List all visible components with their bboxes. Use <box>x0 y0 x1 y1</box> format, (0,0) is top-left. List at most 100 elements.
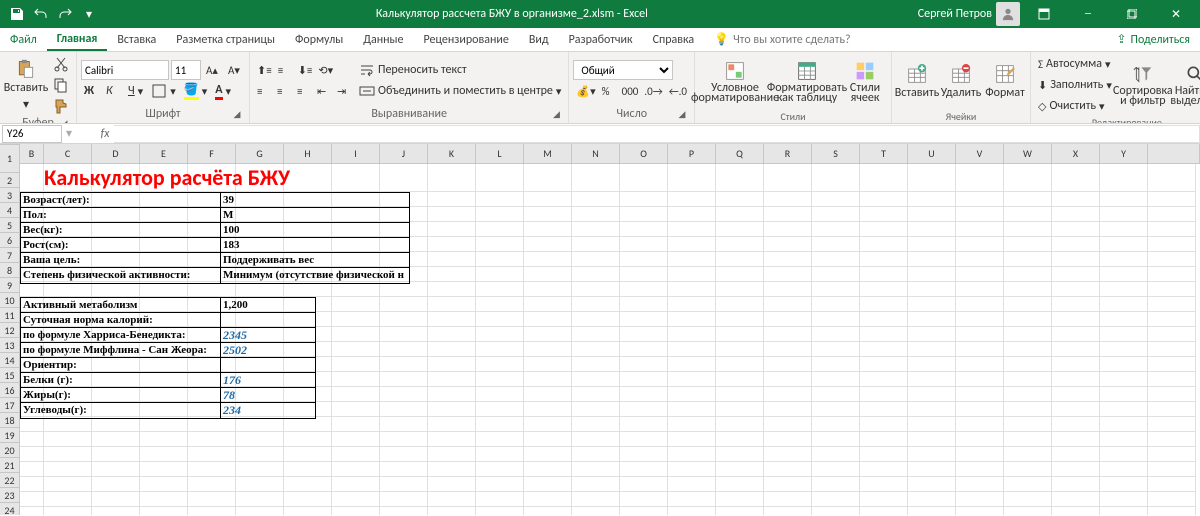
insert-cells-button[interactable]: Вставить <box>896 54 938 110</box>
column-header[interactable]: P <box>668 144 716 163</box>
italic-button[interactable]: К <box>103 81 123 101</box>
save-button[interactable] <box>6 3 28 25</box>
row-header[interactable]: 10 <box>0 293 19 308</box>
minimize-button[interactable]: ─ <box>1068 0 1108 28</box>
input-value[interactable]: М <box>221 208 409 223</box>
autosum-button[interactable]: Σ Автосумма ▾ <box>1035 54 1115 74</box>
tab-data[interactable]: Данные <box>353 28 413 51</box>
column-header[interactable]: R <box>764 144 812 163</box>
clear-button[interactable]: ◇ Очистить ▾ <box>1035 96 1115 116</box>
format-painter-button[interactable] <box>50 96 72 116</box>
number-launcher[interactable]: ◢ <box>676 109 688 121</box>
row-header[interactable]: 3 <box>0 188 19 203</box>
row-header[interactable]: 21 <box>0 458 19 473</box>
qat-customize-button[interactable]: ▾ <box>78 3 100 25</box>
fill-color-button[interactable]: 🪣▾ <box>181 81 210 101</box>
tab-view[interactable]: Вид <box>519 28 559 51</box>
fx-icon[interactable]: fx <box>96 127 114 141</box>
column-header[interactable]: F <box>188 144 236 163</box>
input-value[interactable]: 183 <box>221 238 409 253</box>
row-header[interactable]: 4 <box>0 203 19 218</box>
input-value[interactable]: 100 <box>221 223 409 238</box>
tab-formulas[interactable]: Формулы <box>285 28 353 51</box>
increase-indent-button[interactable]: ⇥ <box>334 81 354 101</box>
column-header[interactable]: L <box>476 144 524 163</box>
redo-button[interactable] <box>54 3 76 25</box>
accounting-format-button[interactable]: 💰▾ <box>573 81 598 101</box>
conditional-formatting-button[interactable]: Условное форматирование <box>699 54 771 110</box>
decrease-font-button[interactable]: A▾ <box>225 60 245 80</box>
alignment-launcher[interactable]: ◢ <box>550 109 562 121</box>
paste-button[interactable]: Вставить▾ <box>4 57 48 113</box>
tab-home[interactable]: Главная <box>47 28 108 51</box>
tell-me-search[interactable]: 💡Что вы хотите сделать? <box>714 28 894 51</box>
align-top-button[interactable]: ⬆≡ <box>254 60 275 80</box>
row-header[interactable]: 6 <box>0 233 19 248</box>
column-header[interactable]: Y <box>1100 144 1148 163</box>
font-size-input[interactable] <box>171 60 201 80</box>
comma-button[interactable]: 000 <box>619 81 642 101</box>
ribbon-display-options[interactable] <box>1024 0 1064 28</box>
column-header[interactable]: U <box>908 144 956 163</box>
row-header[interactable]: 17 <box>0 398 19 413</box>
tab-help[interactable]: Справка <box>643 28 705 51</box>
tab-review[interactable]: Рецензирование <box>414 28 519 51</box>
decrease-indent-button[interactable]: ⇤ <box>314 81 334 101</box>
align-center-button[interactable]: ≡ <box>274 81 294 101</box>
align-left-button[interactable]: ≡ <box>254 81 274 101</box>
row-header[interactable]: 16 <box>0 383 19 398</box>
maximize-button[interactable] <box>1112 0 1152 28</box>
column-header[interactable]: W <box>1004 144 1052 163</box>
row-header[interactable]: 8 <box>0 263 19 278</box>
wrap-text-button[interactable]: Переносить текст <box>356 60 564 80</box>
orientation-button[interactable]: ⟲▾ <box>315 60 336 80</box>
tab-page-layout[interactable]: Разметка страницы <box>166 28 285 51</box>
row-header[interactable]: 19 <box>0 428 19 443</box>
underline-button[interactable]: Ч▾ <box>125 81 146 101</box>
column-header[interactable]: H <box>284 144 332 163</box>
align-bottom-button[interactable]: ⬇≡ <box>295 60 316 80</box>
column-header[interactable]: S <box>812 144 860 163</box>
font-launcher[interactable]: ◢ <box>231 109 243 121</box>
formula-input[interactable] <box>114 125 1200 143</box>
find-select-button[interactable]: Найти и выделить <box>1171 57 1200 113</box>
column-header[interactable]: C <box>44 144 92 163</box>
sort-filter-button[interactable]: Сортировка и фильтр <box>1117 57 1169 113</box>
cut-button[interactable] <box>50 54 72 74</box>
bold-button[interactable]: Ж <box>81 81 101 101</box>
merge-center-button[interactable]: Объединить и поместить в центре▾ <box>356 81 564 101</box>
row-header[interactable]: 22 <box>0 473 19 488</box>
column-headers[interactable]: BCDEFGHIJKLMNOPQRSTUVWXY <box>20 144 1200 164</box>
row-header[interactable]: 2 <box>0 173 19 188</box>
row-header[interactable]: 20 <box>0 443 19 458</box>
user-avatar[interactable] <box>996 2 1020 26</box>
format-cells-button[interactable]: Формат <box>984 54 1026 110</box>
font-color-button[interactable]: А▾ <box>212 81 234 101</box>
input-value[interactable]: 39 <box>221 193 409 208</box>
column-header[interactable]: T <box>860 144 908 163</box>
tab-developer[interactable]: Разработчик <box>559 28 643 51</box>
close-button[interactable]: ✕ <box>1156 0 1196 28</box>
column-header[interactable]: E <box>140 144 188 163</box>
number-format-select[interactable]: Общий <box>573 60 673 80</box>
row-header[interactable]: 18 <box>0 413 19 428</box>
row-header[interactable]: 12 <box>0 323 19 338</box>
copy-button[interactable] <box>50 75 72 95</box>
delete-cells-button[interactable]: Удалить <box>940 54 982 110</box>
format-as-table-button[interactable]: Форматировать как таблицу <box>773 54 841 110</box>
column-header[interactable]: K <box>428 144 476 163</box>
column-header[interactable]: G <box>236 144 284 163</box>
row-header[interactable]: 15 <box>0 368 19 383</box>
column-header[interactable]: B <box>20 144 44 163</box>
increase-decimal-button[interactable]: .0→ <box>641 81 665 101</box>
column-header[interactable]: D <box>92 144 140 163</box>
increase-font-button[interactable]: A▴ <box>203 60 223 80</box>
column-header[interactable]: M <box>524 144 572 163</box>
row-header[interactable]: 5 <box>0 218 19 233</box>
align-middle-button[interactable]: ≡ <box>275 60 295 80</box>
row-header[interactable]: 11 <box>0 308 19 323</box>
cell-styles-button[interactable]: Стили ячеек <box>843 54 887 110</box>
border-button[interactable]: ▾ <box>148 81 179 101</box>
column-header[interactable]: J <box>380 144 428 163</box>
column-header[interactable]: X <box>1052 144 1100 163</box>
